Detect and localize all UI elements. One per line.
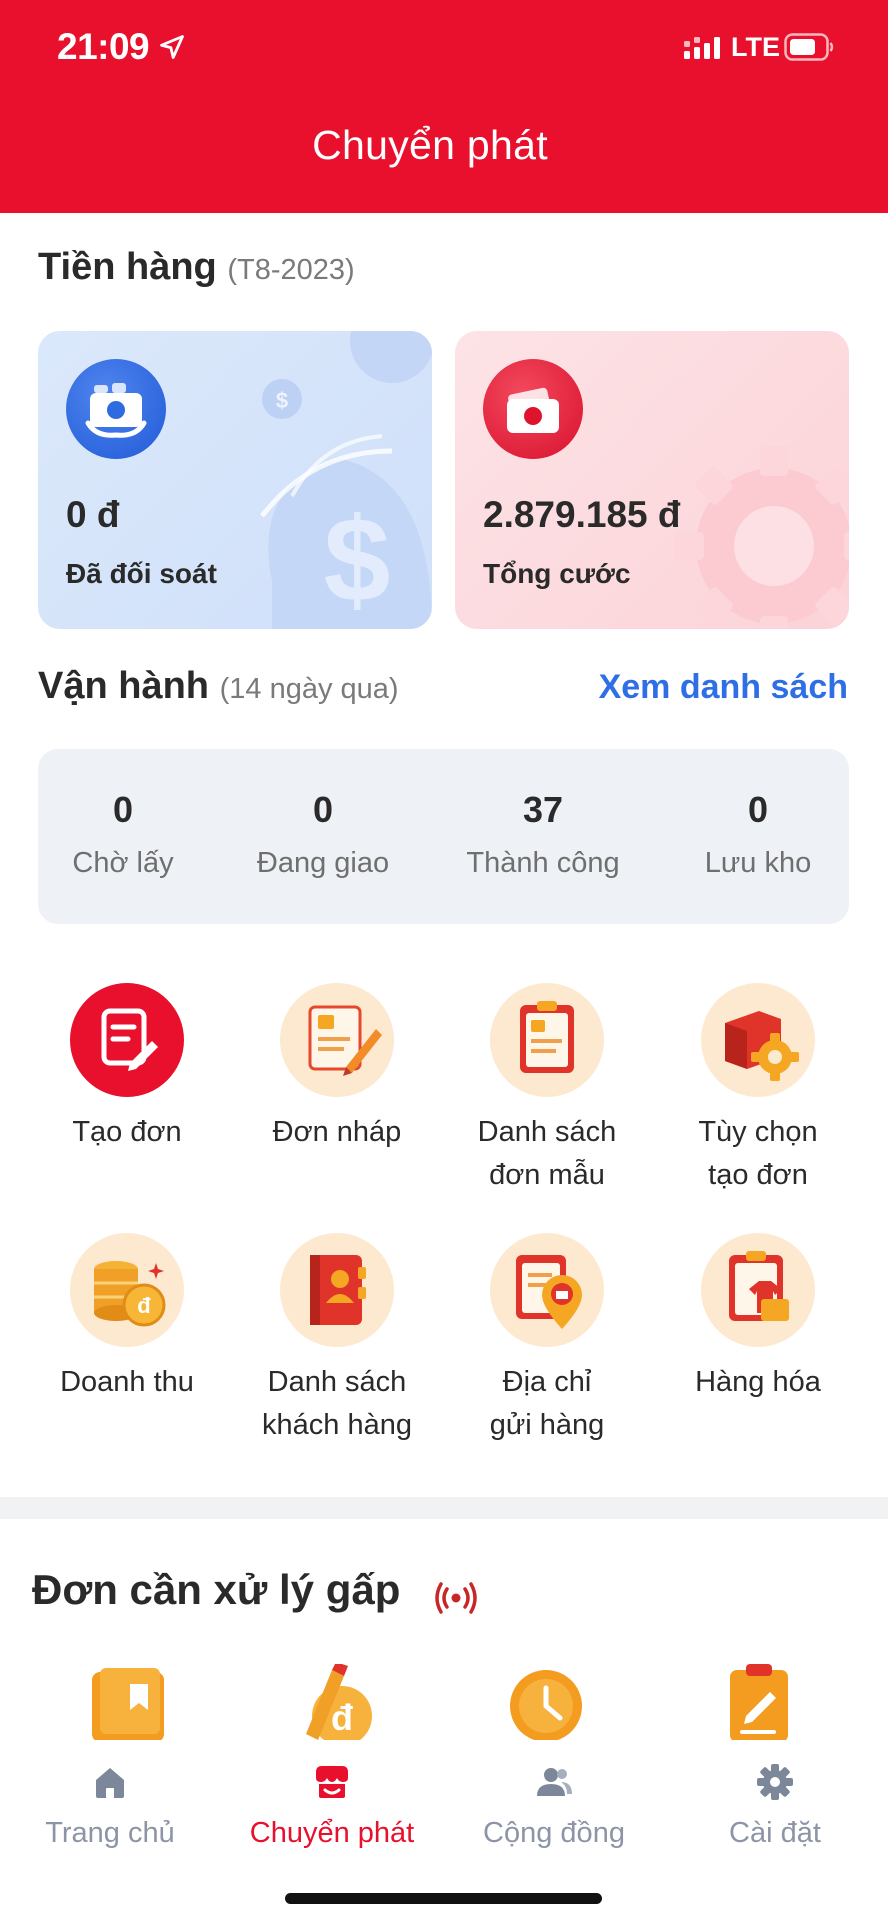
reconciled-card[interactable]: $ $ 0 đ Đã đối soát	[38, 331, 432, 629]
battery-icon	[784, 33, 834, 61]
tab-community[interactable]: Cộng đồng	[454, 1762, 654, 1850]
svg-text:$: $	[324, 493, 391, 627]
create-order-button[interactable]: Tạo đơn	[27, 983, 227, 1154]
stat-label: Đang giao	[256, 847, 390, 879]
tab-label: Chuyển phát	[249, 1817, 415, 1849]
gear-icon	[757, 1764, 793, 1800]
operations-section-title: Vận hành (14 ngày qua)	[38, 665, 399, 708]
urgent-orders-title: Đơn cần xử lý gấp	[32, 1566, 401, 1613]
live-broadcast-icon	[435, 1582, 477, 1614]
gear-decoration	[674, 446, 849, 629]
draft-orders-button[interactable]: Đơn nháp	[237, 983, 437, 1154]
create-order-icon	[70, 983, 184, 1097]
stat-label: Thành công	[466, 847, 620, 879]
clipboard-list-icon	[490, 983, 604, 1097]
stat-delivering[interactable]: 0 Đang giao	[243, 789, 403, 880]
action-label: Tạo đơn	[72, 1116, 182, 1148]
sender-address-button[interactable]: Địa chỉ gửi hàng	[447, 1233, 647, 1447]
home-icon	[96, 1768, 124, 1798]
cash-icon	[66, 359, 166, 459]
goods-button[interactable]: Hàng hóa	[658, 1233, 858, 1404]
stat-in-storage[interactable]: 0 Lưu kho	[693, 789, 823, 880]
stat-label: Chờ lấy	[72, 847, 174, 879]
revenue-section-title: Tiền hàng (T8-2023)	[38, 246, 355, 289]
location-pin-icon	[490, 1233, 604, 1347]
action-label: Đơn nháp	[272, 1116, 402, 1148]
action-label: Tùy chọn tạo đơn	[698, 1116, 818, 1191]
app-header: 21:09 LTE Chuyển phát	[0, 0, 888, 213]
operations-stats: 0 Chờ lấy 0 Đang giao 37 Thành công 0 Lư…	[38, 749, 849, 924]
section-divider	[0, 1497, 888, 1519]
svg-text:đ: đ	[331, 1697, 353, 1738]
signal-icon	[684, 37, 720, 59]
contact-book-icon	[280, 1233, 394, 1347]
stat-label: Lưu kho	[704, 847, 812, 879]
tab-label: Trang chủ	[45, 1817, 175, 1849]
location-arrow-icon	[160, 35, 184, 59]
revenue-title: Tiền hàng	[38, 246, 217, 288]
goods-clipboard-icon	[701, 1233, 815, 1347]
stat-value: 0	[312, 789, 334, 830]
community-icon	[537, 1768, 572, 1796]
status-time: 21:09	[57, 26, 150, 67]
coin-stack-icon: đ	[70, 1233, 184, 1347]
stat-value: 0	[747, 789, 769, 830]
wallet-icon	[483, 359, 583, 459]
revenue-button[interactable]: đ Doanh thu	[27, 1233, 227, 1404]
action-label: Địa chỉ gửi hàng	[489, 1366, 605, 1441]
total-fee-label: Tổng cước	[483, 558, 631, 589]
action-label: Danh sách khách hàng	[262, 1366, 412, 1441]
tab-label: Cài đặt	[729, 1817, 821, 1849]
shop-icon	[316, 1766, 348, 1798]
total-fee-card[interactable]: 2.879.185 đ Tổng cước	[455, 331, 849, 629]
edit-clipboard-icon	[730, 1664, 788, 1742]
action-label: Doanh thu	[60, 1366, 194, 1398]
bookmark-document-icon	[92, 1668, 164, 1742]
stat-value: 37	[522, 789, 564, 830]
stat-success[interactable]: 37 Thành công	[458, 789, 628, 880]
tab-delivery[interactable]: Chuyển phát	[232, 1762, 432, 1850]
tab-home[interactable]: Trang chủ	[10, 1762, 210, 1850]
view-list-link[interactable]: Xem danh sách	[599, 668, 848, 707]
svg-text:đ: đ	[137, 1293, 151, 1318]
action-label: Danh sách đơn mẫu	[477, 1116, 617, 1191]
draft-document-icon	[280, 983, 394, 1097]
clock-icon	[510, 1670, 582, 1742]
tab-label: Cộng đồng	[483, 1817, 625, 1849]
box-gear-icon	[701, 983, 815, 1097]
stat-waiting-pickup[interactable]: 0 Chờ lấy	[58, 789, 188, 880]
reconciled-value: 0 đ	[66, 494, 120, 535]
pencil-coin-icon: đ	[306, 1664, 372, 1742]
svg-text:$: $	[276, 388, 288, 413]
total-fee-value: 2.879.185 đ	[483, 494, 681, 535]
network-type: LTE	[731, 32, 780, 62]
action-label: Hàng hóa	[695, 1366, 821, 1398]
reconciled-label: Đã đối soát	[66, 558, 217, 589]
revenue-period: (T8-2023)	[227, 254, 355, 286]
customer-list-button[interactable]: Danh sách khách hàng	[237, 1233, 437, 1447]
tab-settings[interactable]: Cài đặt	[675, 1762, 875, 1850]
stat-value: 0	[112, 789, 134, 830]
template-orders-button[interactable]: Danh sách đơn mẫu	[447, 983, 647, 1197]
operations-title: Vận hành	[38, 665, 210, 707]
home-indicator	[285, 1893, 602, 1904]
page-title: Chuyển phát	[312, 122, 548, 168]
money-bag-decoration: $ $	[260, 331, 432, 629]
order-options-button[interactable]: Tùy chọn tạo đơn	[658, 983, 858, 1197]
operations-period: (14 ngày qua)	[219, 673, 399, 705]
